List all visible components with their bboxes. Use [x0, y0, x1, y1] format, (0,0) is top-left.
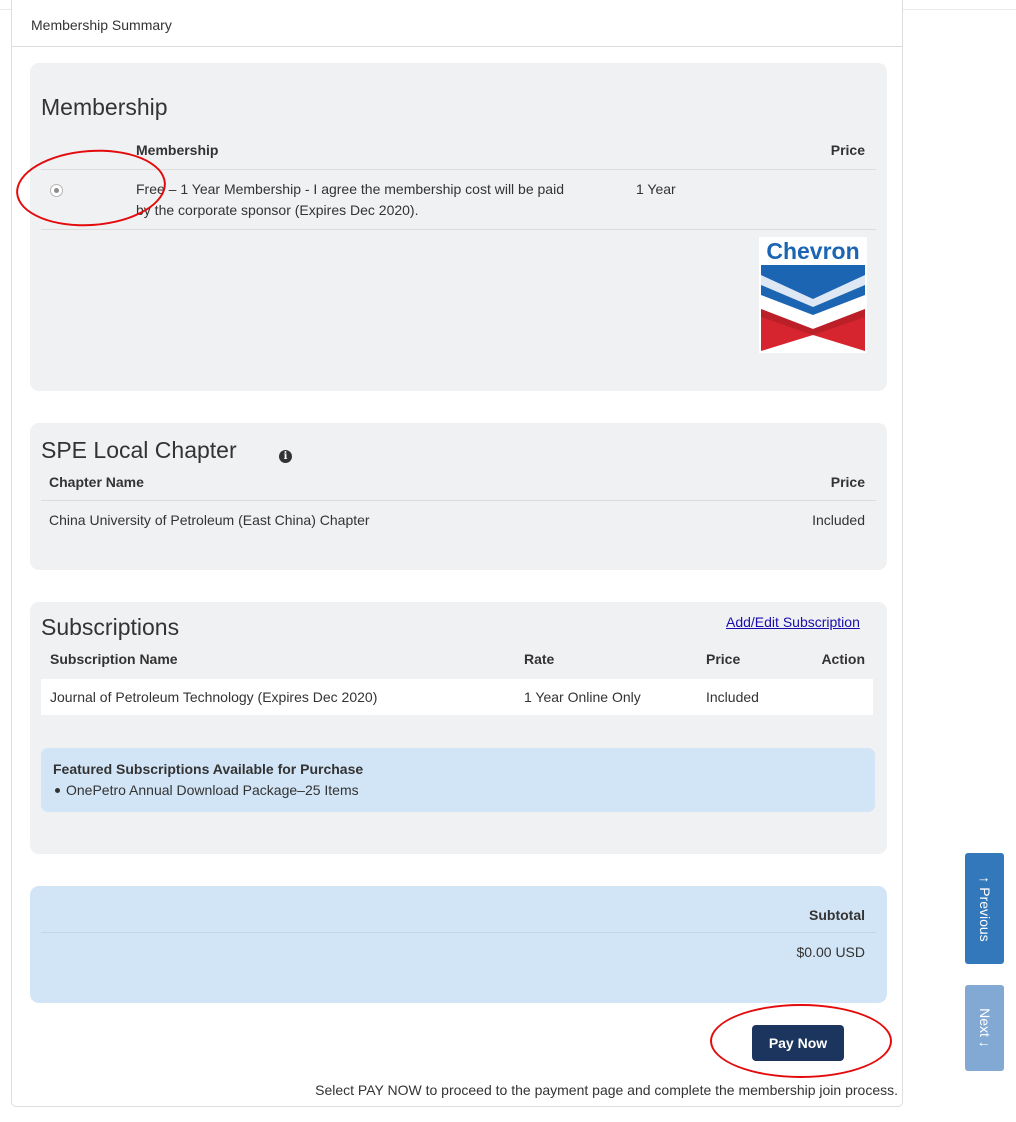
pay-note: Select PAY NOW to proceed to the payment… — [315, 1082, 898, 1098]
bullet-icon — [55, 787, 60, 793]
featured-item[interactable]: OnePetro Annual Download Package–25 Item… — [53, 782, 359, 798]
subscription-rate-header: Rate — [524, 651, 555, 667]
table-row: Journal of Petroleum Technology (Expires… — [41, 679, 873, 715]
subtotal-label: Subtotal — [809, 907, 865, 923]
arrow-down-icon: ↓ — [976, 1040, 993, 1048]
chapter-name: China University of Petroleum (East Chin… — [49, 512, 370, 528]
membership-summary-panel: Membership Summary Membership Membership… — [11, 0, 903, 1107]
divider — [41, 169, 876, 170]
pay-now-button[interactable]: Pay Now — [752, 1025, 844, 1061]
info-icon[interactable]: i — [279, 450, 292, 463]
membership-card: Membership Membership Price Free – 1 Yea… — [30, 63, 887, 391]
membership-option-line1: Free – 1 Year Membership - I agree the m… — [136, 181, 564, 197]
chapter-price: Included — [812, 512, 865, 528]
chapter-title: SPE Local Chapter — [41, 437, 237, 463]
subscription-name-header: Subscription Name — [50, 651, 178, 667]
svg-text:Chevron: Chevron — [766, 238, 859, 264]
membership-term: 1 Year — [636, 181, 676, 197]
subscription-name: Journal of Petroleum Technology (Expires… — [50, 689, 378, 705]
subtotal-value: $0.00 USD — [796, 944, 865, 960]
chapter-card: SPE Local Chapter i Chapter Name Price C… — [30, 423, 887, 570]
divider — [41, 500, 876, 501]
membership-column-header: Membership — [136, 142, 219, 158]
divider — [41, 229, 876, 230]
subtotal-card: Subtotal $0.00 USD — [30, 886, 887, 1003]
subscription-price: Included — [706, 689, 759, 705]
previous-label: ↑ Previous — [976, 875, 993, 942]
subscriptions-card: Subscriptions Add/Edit Subscription Subs… — [30, 602, 887, 854]
price-column-header: Price — [830, 142, 865, 158]
radio-selected-dot — [54, 188, 59, 193]
subscription-rate: 1 Year Online Only — [524, 689, 641, 705]
chapter-price-header: Price — [830, 474, 865, 490]
next-button[interactable]: Next ↓ — [965, 985, 1004, 1071]
panel-heading: Membership Summary — [12, 0, 902, 47]
previous-button[interactable]: ↑ Previous — [965, 853, 1004, 964]
chevron-logo: Chevron — [759, 237, 867, 353]
featured-subscriptions-box: Featured Subscriptions Available for Pur… — [41, 748, 875, 812]
featured-item-label: OnePetro Annual Download Package–25 Item… — [66, 782, 359, 798]
chapter-name-header: Chapter Name — [49, 474, 144, 490]
membership-radio[interactable] — [50, 184, 63, 197]
subscriptions-title: Subscriptions — [41, 614, 180, 640]
next-label: Next ↓ — [976, 1008, 993, 1048]
membership-title: Membership — [41, 94, 168, 120]
subscription-price-header: Price — [706, 651, 741, 667]
divider — [41, 932, 876, 933]
membership-option-line2: by the corporate sponsor (Expires Dec 20… — [136, 202, 419, 218]
subscription-action-header: Action — [821, 651, 865, 667]
arrow-up-icon: ↑ — [976, 875, 993, 883]
featured-title: Featured Subscriptions Available for Pur… — [53, 761, 364, 777]
add-edit-subscription-link[interactable]: Add/Edit Subscription — [726, 614, 860, 630]
